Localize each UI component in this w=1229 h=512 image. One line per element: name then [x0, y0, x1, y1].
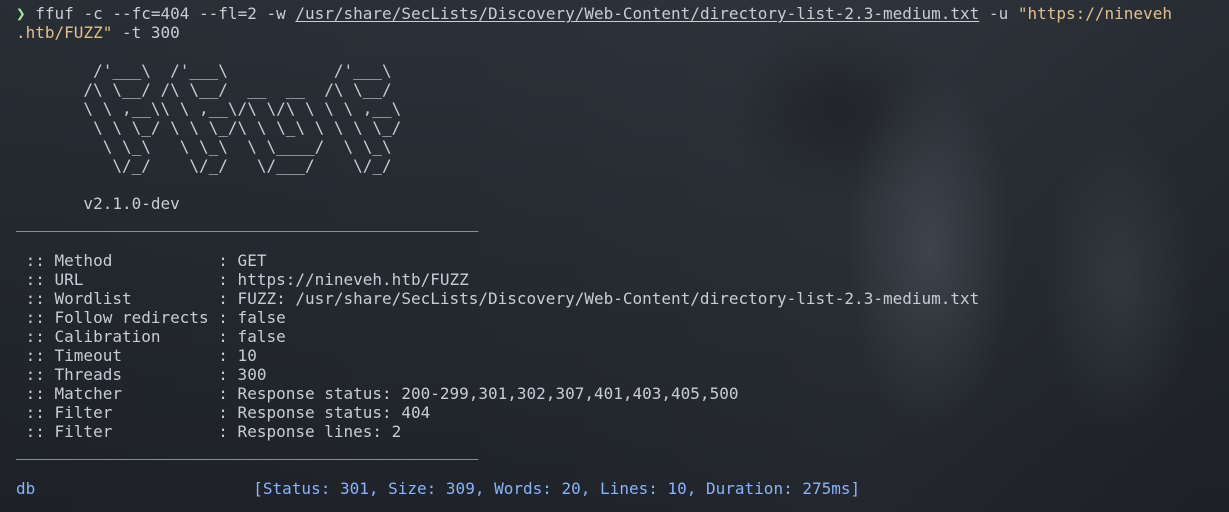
result-meta: [Status: 301, Size: 309, Words: 20, Line… — [253, 479, 861, 498]
config-matcher: :: Matcher : Response status: 200-299,30… — [16, 384, 739, 403]
terminal-window: ❯ ffuf -c --fc=404 --fl=2 -w /usr/share/… — [16, 4, 1217, 512]
target-url-part1: "https://nineveh — [1017, 4, 1172, 23]
wordlist-path-link[interactable]: /usr/share/SecLists/Discovery/Web-Conten… — [295, 4, 979, 23]
url-flag: -u — [979, 4, 1018, 23]
command-line: ❯ ffuf -c --fc=404 --fl=2 -w /usr/share/… — [16, 4, 1217, 23]
config-follow-redirects: :: Follow redirects : false — [16, 308, 286, 327]
banner-line-5: \ \_\ \ \_\ \ \____/ \ \_\ — [16, 137, 392, 156]
config-calibration: :: Calibration : false — [16, 327, 286, 346]
config-wordlist: :: Wordlist : FUZZ: /usr/share/SecLists/… — [16, 289, 980, 308]
banner-line-1: /'___\ /'___\ /'___\ — [16, 61, 392, 80]
config-filter-lines: :: Filter : Response lines: 2 — [16, 422, 402, 441]
config-url: :: URL : https://nineveh.htb/FUZZ — [16, 270, 469, 289]
separator-bottom: ________________________________________… — [16, 441, 479, 460]
banner-line-2: /\ \__/ /\ \__/ __ __ /\ \__/ — [16, 80, 392, 99]
version-text: v2.1.0-dev — [16, 194, 180, 213]
result-path: db — [16, 479, 36, 498]
command-prefix: ffuf -c --fc=404 --fl=2 -w — [25, 4, 296, 23]
config-method: :: Method : GET — [16, 251, 267, 270]
config-filter-status: :: Filter : Response status: 404 — [16, 403, 431, 422]
result-row: db [Status: 301, Size: 309, Words: 20, Li… — [16, 479, 1217, 498]
command-line-wrap: .htb/FUZZ" -t 300 — [16, 23, 1217, 42]
config-threads: :: Threads : 300 — [16, 365, 267, 384]
banner-line-3: \ \ ,__\\ \ ,__\/\ \/\ \ \ \ ,__\ — [16, 99, 402, 118]
target-url-part2: .htb/FUZZ" — [16, 23, 113, 42]
banner-line-6: \/_/ \/_/ \/___/ \/_/ — [16, 156, 392, 175]
threads-flag: -t 300 — [112, 23, 180, 42]
banner-line-4: \ \ \_/ \ \ \_/\ \ \_\ \ \ \ \_/ — [16, 118, 402, 137]
prompt-arrow-icon: ❯ — [16, 4, 26, 23]
separator-top: ________________________________________… — [16, 213, 479, 232]
config-timeout: :: Timeout : 10 — [16, 346, 257, 365]
